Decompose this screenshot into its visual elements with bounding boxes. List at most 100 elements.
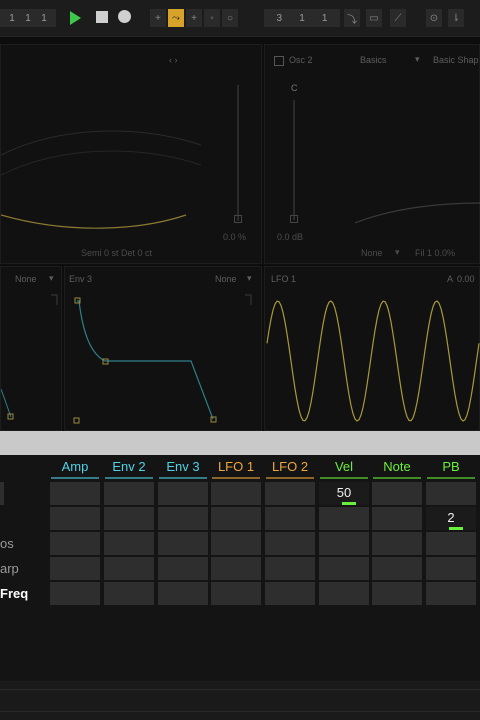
overdub-plus-icon[interactable]: + (150, 9, 166, 27)
matrix-cell[interactable] (372, 532, 422, 555)
column-underline (51, 477, 99, 479)
osc1-arrows-icon[interactable]: ‹ › (169, 55, 178, 65)
osc2-level-slider[interactable] (293, 100, 295, 220)
lfo1-rate-mode[interactable]: A (447, 274, 453, 284)
arrangement-position-field[interactable]: 3 1 1 (264, 9, 340, 27)
column-underline (159, 477, 207, 479)
matrix-cell[interactable] (211, 507, 261, 530)
matrix-cell[interactable] (50, 482, 100, 505)
punch-icon[interactable]: ▭ (366, 9, 382, 27)
arr-sixteenth: 1 (321, 12, 328, 24)
matrix-column-vel: Vel (318, 459, 370, 479)
matrix-column-env-2: Env 2 (103, 459, 155, 479)
lfo1-label: LFO 1 (271, 274, 297, 284)
matrix-cell[interactable] (50, 507, 100, 530)
chevron-down-icon[interactable]: ▾ (49, 273, 54, 284)
arr-beat: 1 (299, 12, 305, 24)
column-underline (266, 477, 314, 479)
osc2-level-handle[interactable] (290, 215, 298, 223)
matrix-cell[interactable] (104, 507, 154, 530)
matrix-cell[interactable] (50, 557, 100, 580)
matrix-column-note: Note (371, 459, 423, 479)
matrix-cell[interactable] (211, 582, 261, 605)
record-button[interactable] (118, 10, 131, 23)
env3-route-select[interactable]: None (215, 274, 237, 284)
env2-route-select[interactable]: None (15, 274, 37, 284)
matrix-cell[interactable] (265, 507, 315, 530)
column-underline (373, 477, 421, 479)
matrix-cell[interactable] (372, 557, 422, 580)
osc2-label: Osc 2 (289, 55, 313, 65)
matrix-cell[interactable] (104, 482, 154, 505)
position-bar: 1 (9, 12, 15, 24)
matrix-column-lfo-2: LFO 2 (264, 459, 316, 479)
matrix-amount-indicator (449, 527, 463, 530)
osc2-panel: Osc 2 Basics ▾ Basic Shap C 0.0 dB None … (264, 44, 480, 264)
matrix-cell[interactable] (426, 582, 476, 605)
matrix-cell[interactable] (104, 532, 154, 555)
matrix-cell[interactable] (426, 557, 476, 580)
matrix-cell[interactable] (319, 557, 369, 580)
matrix-cell[interactable] (319, 582, 369, 605)
play-button[interactable] (68, 10, 82, 31)
matrix-cell[interactable] (265, 532, 315, 555)
matrix-amount-indicator (342, 502, 356, 505)
matrix-cell[interactable] (426, 482, 476, 505)
matrix-cell[interactable] (319, 507, 369, 530)
follow-arrow-icon[interactable]: ⇂ (448, 9, 464, 27)
status-bar (0, 681, 480, 720)
matrix-cell[interactable] (372, 582, 422, 605)
matrix-cell[interactable] (158, 557, 208, 580)
osc2-shape-select[interactable]: Basic Shap (433, 55, 479, 65)
matrix-cell[interactable] (372, 507, 422, 530)
osc1-level-handle[interactable] (234, 215, 242, 223)
env2-envelope-graph (1, 294, 58, 420)
song-position-field[interactable]: 1 1 1 (0, 9, 56, 27)
metronome-icon[interactable]: ⊙ (426, 9, 442, 27)
osc2-type-select[interactable]: Basics (360, 55, 387, 65)
matrix-cell[interactable] (265, 482, 315, 505)
matrix-cell[interactable] (426, 532, 476, 555)
chevron-down-icon[interactable]: ▾ (395, 247, 400, 258)
chevron-down-icon[interactable]: ▾ (247, 273, 252, 284)
osc2-fil-readout: Fil 1 0.0% (415, 248, 456, 258)
session-record-icon[interactable]: ◦ (204, 9, 220, 27)
osc1-panel: ‹ › 0.0 % Semi 0 st Det 0 ct (0, 44, 262, 264)
osc2-filter-route[interactable]: None (361, 248, 383, 258)
arr-bar: 3 (276, 12, 283, 24)
osc1-level-readout: 0.0 % (223, 232, 247, 242)
osc2-coarse-label: C (291, 83, 298, 93)
column-underline (105, 477, 153, 479)
matrix-cell[interactable] (50, 532, 100, 555)
env2-panel: None ▾ (0, 266, 62, 431)
matrix-title-bar (0, 431, 480, 455)
matrix-cell[interactable] (104, 582, 154, 605)
chevron-down-icon[interactable]: ▾ (415, 54, 420, 65)
automation-arm-icon[interactable]: ⤳ (168, 9, 184, 27)
matrix-cell[interactable] (158, 482, 208, 505)
follow-icon[interactable]: ⤵ (344, 9, 360, 27)
matrix-cell[interactable] (265, 557, 315, 580)
env3-label: Env 3 (69, 274, 93, 284)
osc2-waveform (355, 202, 480, 224)
matrix-cell[interactable] (104, 557, 154, 580)
matrix-cell[interactable] (211, 482, 261, 505)
matrix-cell[interactable] (211, 532, 261, 555)
matrix-cell[interactable] (158, 532, 208, 555)
matrix-cell[interactable] (158, 582, 208, 605)
stop-button[interactable] (96, 11, 108, 23)
capture-icon[interactable]: + (186, 9, 202, 27)
draw-mode-icon[interactable]: ⟋ (390, 9, 406, 27)
matrix-cell[interactable] (158, 507, 208, 530)
matrix-cell[interactable] (372, 482, 422, 505)
matrix-column-lfo-1: LFO 1 (210, 459, 262, 479)
lfo1-waveform (266, 300, 480, 422)
loop-icon[interactable]: ○ (222, 9, 238, 27)
position-sixteenth: 1 (41, 12, 47, 24)
matrix-cell[interactable] (50, 582, 100, 605)
matrix-cell[interactable] (211, 557, 261, 580)
osc2-toggle-checkbox[interactable] (274, 56, 284, 66)
matrix-cell[interactable] (319, 532, 369, 555)
osc1-level-slider[interactable] (237, 85, 239, 221)
matrix-cell[interactable] (265, 582, 315, 605)
